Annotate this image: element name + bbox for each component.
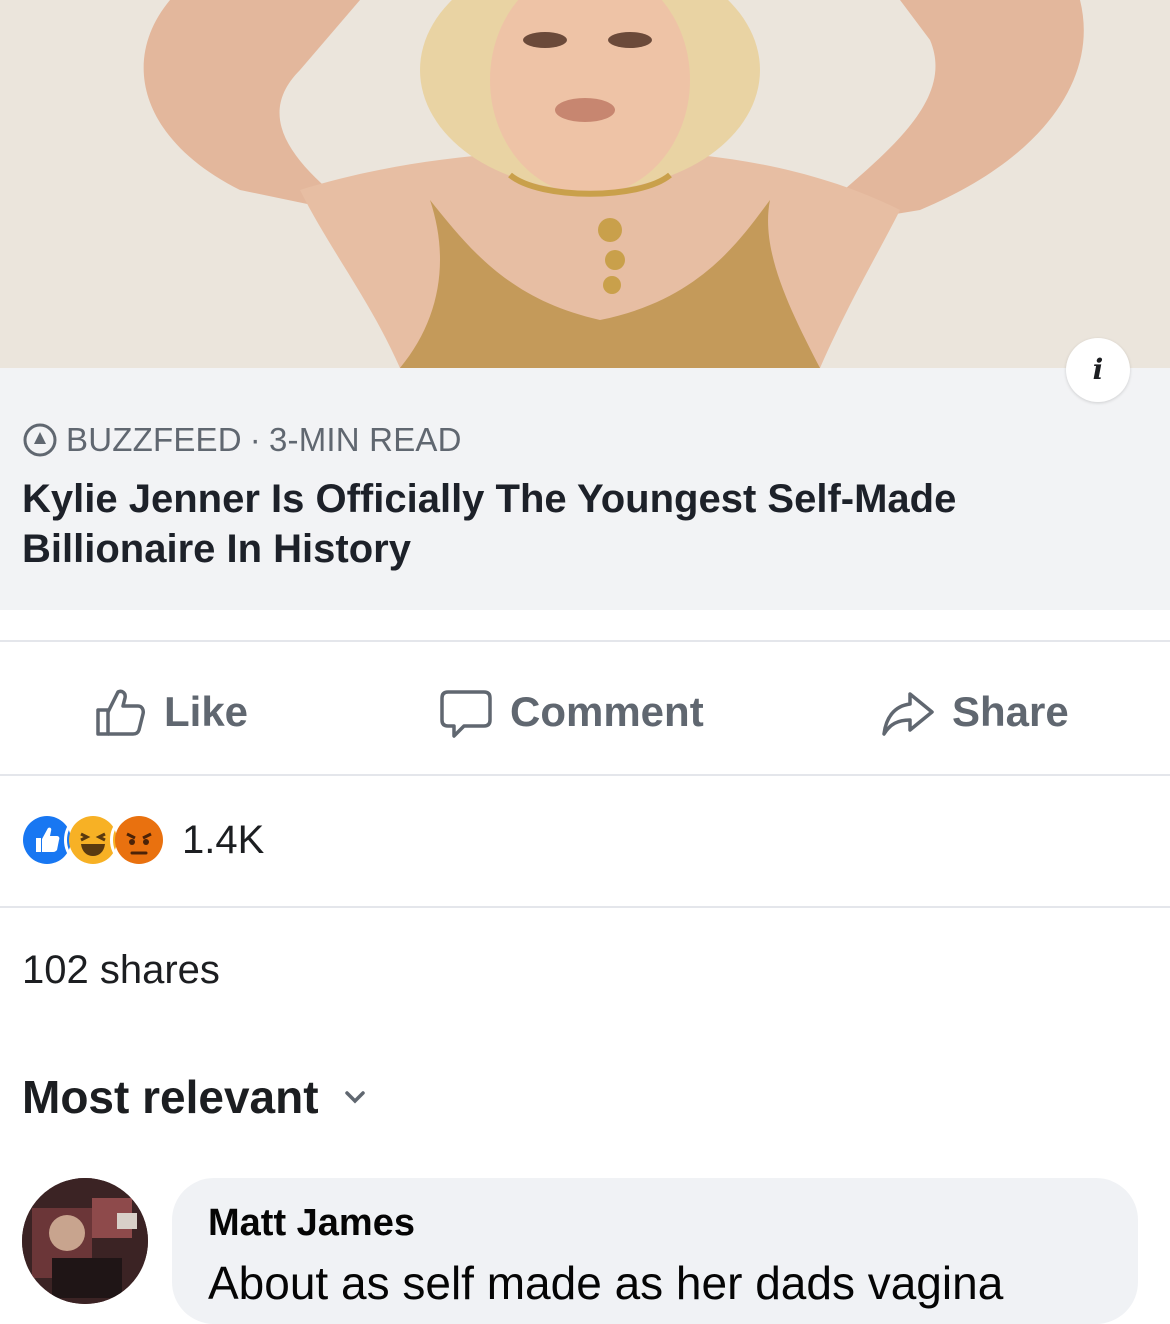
thumbs-up-icon — [96, 689, 145, 736]
chevron-down-icon — [344, 1091, 365, 1104]
share-button[interactable]: Share — [880, 660, 1069, 764]
comment-author[interactable]: Matt James — [208, 1202, 415, 1245]
source-name: BUZZFEED — [66, 421, 242, 458]
reaction-count: 1.4K — [182, 817, 265, 862]
globe-icon — [23, 423, 57, 457]
read-time: 3-MIN READ — [268, 421, 462, 458]
share-arrow-icon — [882, 692, 934, 736]
angry-reaction-icon — [110, 811, 168, 869]
share-label: Share — [952, 688, 1069, 735]
info-icon[interactable]: i — [1066, 338, 1130, 402]
reactions-summary[interactable]: 1.4K — [18, 811, 265, 869]
divider — [0, 640, 1170, 642]
divider — [0, 774, 1170, 776]
action-bar: Like Comment Share — [0, 660, 1170, 764]
sort-label: Most relevant — [22, 1071, 319, 1123]
share-count[interactable]: 102 shares — [22, 948, 220, 993]
link-source: BUZZFEED · 3-MIN READ — [22, 418, 462, 462]
divider — [0, 906, 1170, 908]
avatar[interactable] — [22, 1178, 148, 1304]
source-separator: · — [249, 421, 261, 458]
like-button[interactable]: Like — [92, 660, 248, 764]
article-photo — [0, 0, 1170, 368]
article-headline[interactable]: Kylie Jenner Is Officially The Youngest … — [22, 474, 1132, 574]
comment-text: About as self made as her dads vagina — [208, 1257, 1004, 1309]
comment-bubble[interactable]: Matt James About as self made as her dad… — [172, 1178, 1138, 1324]
comment-sort-dropdown[interactable]: Most relevant — [22, 1070, 369, 1124]
comment-button[interactable]: Comment — [438, 660, 704, 764]
article-image[interactable] — [0, 0, 1170, 368]
like-label: Like — [164, 688, 249, 735]
comment-label: Comment — [510, 688, 704, 735]
comment-icon — [440, 690, 492, 738]
